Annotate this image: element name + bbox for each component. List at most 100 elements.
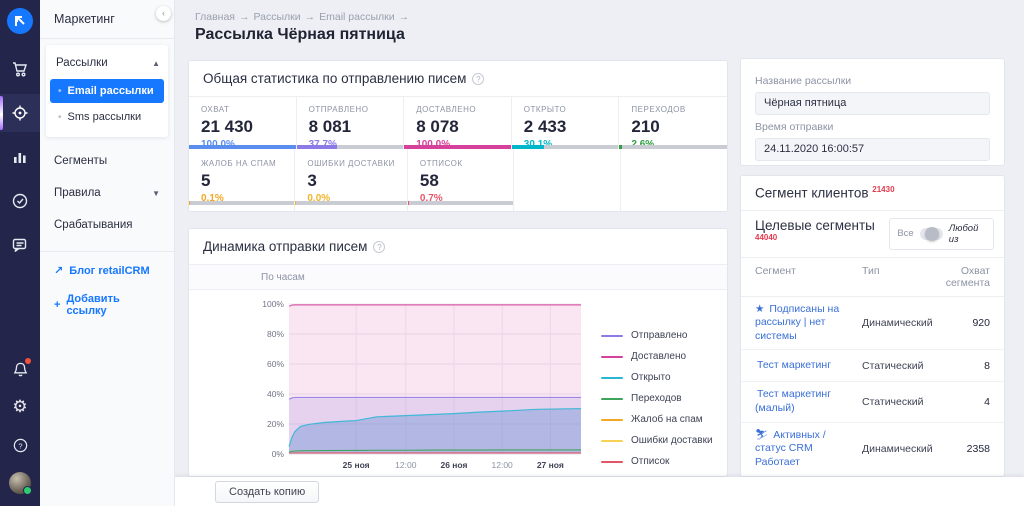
notifications-bell-icon[interactable] — [0, 350, 40, 388]
blog-link[interactable]: ↗ Блог retailCRM — [40, 256, 174, 285]
info-icon[interactable]: ? — [472, 73, 484, 85]
breadcrumb-email-mailings[interactable]: Email рассылки — [319, 11, 394, 23]
legend-label: Отписок — [631, 456, 669, 467]
svg-text:100%: 100% — [262, 299, 284, 309]
stat-label: Охват — [201, 105, 284, 114]
legend-label: Жалоб на спам — [631, 414, 703, 425]
stat-value: 8 078 — [416, 117, 499, 137]
segment-name: Тест маркетинг (малый) — [755, 388, 831, 414]
stats-row-1: Охват21 430100,0%Отправлено8 08137,7%Дос… — [189, 97, 727, 149]
segment-type: Динамический — [862, 317, 934, 329]
bullet-icon: • — [58, 86, 62, 97]
segment-name: Тест маркетинг — [757, 359, 831, 371]
stat-value: 210 — [631, 117, 715, 137]
chevron-down-icon: ▼ — [152, 189, 160, 198]
legend-item[interactable]: Ошибки доставки — [601, 435, 713, 446]
legend-item[interactable]: Переходов — [601, 393, 713, 404]
tasks-clock-icon[interactable] — [0, 182, 40, 220]
legend-label: Открыто — [631, 372, 671, 383]
chart-tab-strip: По часам — [189, 265, 727, 290]
sidebar-item-rules[interactable]: Правила ▼ — [40, 177, 174, 209]
segment-row[interactable]: Тест маркетингСтатический8 — [741, 350, 1004, 382]
svg-text:40%: 40% — [267, 389, 284, 399]
plus-icon: + — [54, 299, 60, 311]
toggle-switch[interactable] — [920, 228, 943, 240]
retailcrm-logo[interactable] — [0, 0, 40, 42]
breadcrumb-home[interactable]: Главная — [195, 11, 235, 23]
legend-item[interactable]: Доставлено — [601, 351, 713, 362]
segment-name: Подписаны на рассылку | нет системы — [755, 303, 839, 342]
segment-link[interactable]: ⛷ Активных / статус CRM Работает — [755, 429, 862, 470]
chart-body: 0%20%40%60%80%100%25 ноя12:0026 ноя12:00… — [189, 290, 727, 477]
sidebar-collapse-button[interactable]: ‹ — [156, 6, 171, 21]
analytics-chart-icon[interactable] — [0, 138, 40, 176]
segment-row[interactable]: Тест маркетинг (малый)Статический4 — [741, 382, 1004, 422]
info-icon[interactable]: ? — [373, 241, 385, 253]
marketing-target-icon[interactable] — [0, 94, 40, 132]
chats-icon[interactable] — [0, 226, 40, 264]
notification-badge — [25, 358, 31, 364]
segment-row[interactable]: ⛷ Активных / статус CRM РаботаетДинамиче… — [741, 423, 1004, 477]
legend-label: Ошибки доставки — [631, 435, 713, 446]
sidebar-item-segments[interactable]: Сегменты — [40, 145, 174, 177]
sidebar-item-triggers[interactable]: Срабатывания — [40, 209, 174, 241]
mailing-name-input[interactable]: Чёрная пятница — [755, 92, 990, 115]
menu-links: ↗ Блог retailCRM + Добавить ссылку — [40, 251, 174, 325]
legend-label: Доставлено — [631, 351, 686, 362]
stats-title: Общая статистика по отправлению писем — [203, 71, 466, 86]
create-copy-button[interactable]: Создать копию — [215, 481, 319, 503]
sidebar-item-email-mailings[interactable]: • Email рассылки — [50, 79, 164, 103]
segment-link[interactable]: ★ Подписаны на рассылку | нет системы — [755, 303, 862, 344]
legend-item[interactable]: Отписок — [601, 456, 713, 467]
segments-header: Сегмент клиентов 21430 — [741, 176, 1004, 211]
legend-item[interactable]: Жалоб на спам — [601, 414, 713, 425]
stat-label: Отписок — [420, 159, 501, 168]
page-title: Рассылка Чёрная пятница — [195, 26, 405, 44]
dynamics-chart-svg: 0%20%40%60%80%100%25 ноя12:0026 ноя12:00… — [253, 296, 587, 476]
stat-progress-bar — [408, 201, 513, 205]
mailings-group: Рассылки ▲ • Email рассылки • Sms рассыл… — [46, 45, 168, 137]
stat-value: 58 — [420, 171, 501, 191]
help-icon[interactable]: ? — [0, 426, 40, 464]
stat-cell-9 — [621, 149, 727, 211]
sidebar-item-mailings[interactable]: Рассылки ▲ — [46, 49, 168, 77]
legend-item[interactable]: Отправлено — [601, 330, 713, 341]
stat-cell-2: Доставлено8 078100,0% — [404, 97, 512, 149]
legend-swatch — [601, 377, 623, 379]
legend-item[interactable]: Открыто — [601, 372, 713, 383]
settings-gear-icon[interactable]: ⚙ — [0, 388, 40, 426]
target-segments-count-badge: 44040 — [755, 233, 777, 242]
segment-row[interactable]: ★ Подписаны на рассылку | нет системыДин… — [741, 297, 1004, 351]
sidebar-item-sms-mailings[interactable]: • Sms рассылки — [50, 105, 164, 129]
footer-bar: Создать копию — [175, 477, 1024, 506]
segment-icon: ★ — [755, 303, 767, 315]
segment-type: Динамический — [862, 443, 934, 455]
breadcrumb: Главная→Рассылки→Email рассылки→ — [195, 11, 413, 23]
breadcrumb-arrow: → — [399, 11, 410, 23]
match-mode-toggle[interactable]: Все Любой из — [889, 218, 994, 250]
segments-count-badge: 21430 — [872, 185, 894, 194]
segment-coverage: 2358 — [934, 443, 990, 455]
segment-icon: ⛷ — [755, 429, 771, 441]
legend-label: Переходов — [631, 393, 682, 404]
breadcrumb-mailings[interactable]: Рассылки — [253, 11, 300, 23]
segment-coverage: 4 — [934, 396, 990, 408]
mailing-name-label: Название рассылки — [755, 75, 990, 87]
segments-card: Сегмент клиентов 21430 Целевые сегменты … — [740, 175, 1005, 477]
chart-legend: Отправлено Доставлено Открыто Переходов Жало… — [601, 330, 713, 477]
add-link-button[interactable]: + Добавить ссылку — [40, 285, 174, 325]
segment-coverage: 920 — [934, 317, 990, 329]
send-time-input[interactable]: 24.11.2020 16:00:57 — [755, 138, 990, 161]
orders-cart-icon[interactable] — [0, 50, 40, 88]
target-segments-row: Целевые сегменты 44040 Все Любой из — [741, 211, 1004, 258]
tab-by-hours[interactable]: По часам — [261, 272, 305, 283]
segment-link[interactable]: Тест маркетинг (малый) — [755, 388, 862, 415]
segment-link[interactable]: Тест маркетинг — [755, 359, 862, 373]
svg-text:12:00: 12:00 — [395, 460, 417, 470]
svg-text:12:00: 12:00 — [492, 460, 514, 470]
user-avatar[interactable] — [0, 464, 40, 502]
stat-cell-7: Отписок580,7% — [408, 149, 514, 211]
toggle-any-label: Любой из — [949, 223, 986, 245]
stat-cell-4: Переходов2102,6% — [619, 97, 727, 149]
stat-cell-1: Отправлено8 08137,7% — [297, 97, 405, 149]
